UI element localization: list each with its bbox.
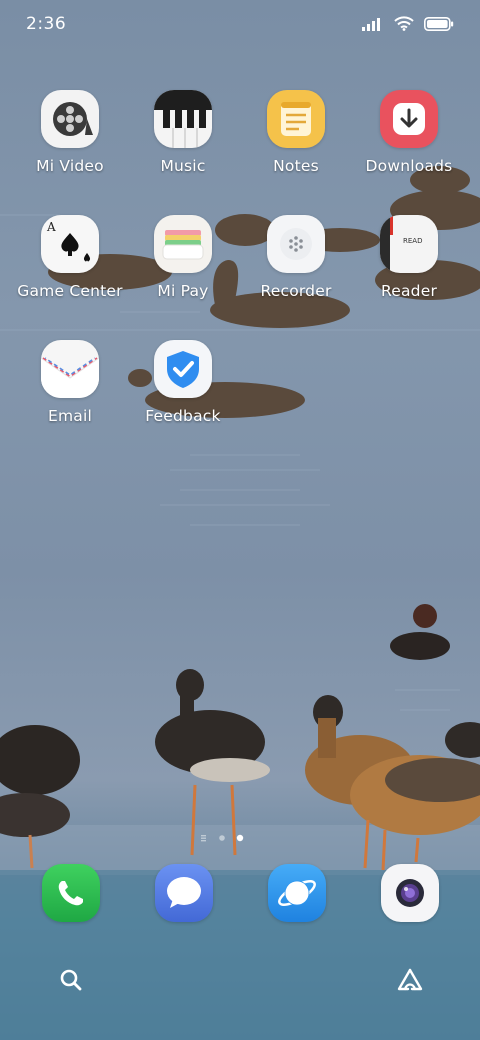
app-recorder[interactable]: Recorder <box>238 215 354 325</box>
app-label: Recorder <box>260 282 332 300</box>
triangle-logo-icon <box>396 967 424 997</box>
app-reader[interactable]: READ Reader <box>351 215 467 325</box>
app-email[interactable]: Email <box>12 340 128 450</box>
app-game-center[interactable]: A Game Center <box>12 215 128 325</box>
battery-icon <box>424 16 454 35</box>
download-arrow-icon <box>380 90 438 148</box>
signal-icon <box>362 16 384 35</box>
dock-phone[interactable] <box>42 864 100 922</box>
piano-keys-icon <box>154 90 212 148</box>
app-label: Email <box>47 407 92 425</box>
shield-check-icon <box>154 340 212 398</box>
app-label: Notes <box>273 157 319 175</box>
app-label: Reader <box>380 282 438 300</box>
dock-camera[interactable] <box>381 864 439 922</box>
notepad-icon <box>267 90 325 148</box>
app-notes[interactable]: Notes <box>238 90 354 200</box>
reader-icon-text: READ <box>403 237 422 245</box>
app-label: Mi Pay <box>157 282 209 300</box>
app-label: Mi Video <box>36 157 104 175</box>
film-reel-icon <box>41 90 99 148</box>
app-feedback[interactable]: Feedback <box>125 340 241 450</box>
search-icon <box>59 968 83 996</box>
app-label: Downloads <box>365 157 453 175</box>
app-music[interactable]: Music <box>125 90 241 200</box>
status-bar: 2:36 <box>0 0 480 52</box>
page-indicator[interactable] <box>196 829 256 842</box>
app-label: Game Center <box>17 282 123 300</box>
app-mi-pay[interactable]: Mi Pay <box>125 215 241 325</box>
search-button[interactable] <box>49 960 93 1004</box>
wallet-icon <box>154 215 212 273</box>
status-icons <box>362 16 454 35</box>
playing-card-icon: A <box>41 215 99 273</box>
dock-browser[interactable] <box>268 864 326 922</box>
svg-text:A: A <box>46 220 56 234</box>
app-mi-video[interactable]: Mi Video <box>12 90 128 200</box>
book-icon: READ <box>380 215 438 273</box>
assistant-button[interactable] <box>388 960 432 1004</box>
microphone-grille-icon <box>267 215 325 273</box>
envelope-icon <box>41 340 99 398</box>
app-downloads[interactable]: Downloads <box>351 90 467 200</box>
wifi-icon <box>394 16 414 35</box>
home-screen: 2:36 Mi Video Music Notes Downloads A Ga… <box>0 0 480 1040</box>
status-time: 2:36 <box>26 14 67 34</box>
dock-messages[interactable] <box>155 864 213 922</box>
app-label: Feedback <box>145 407 221 425</box>
app-label: Music <box>160 157 206 175</box>
